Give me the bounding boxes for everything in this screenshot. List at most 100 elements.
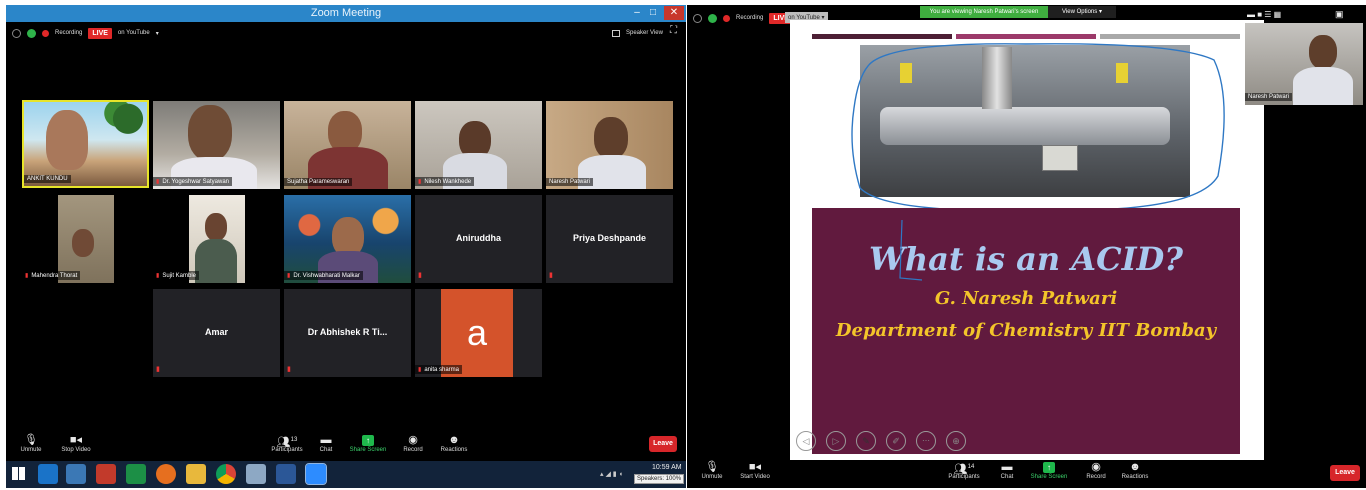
share-screen-button[interactable]: ↑ Share Screen <box>1027 460 1071 480</box>
share-screen-label: Share Screen <box>1030 474 1068 480</box>
avatar-tile-anita-sharma[interactable]: a ▮ anita sharma <box>415 289 542 377</box>
youtube-label[interactable]: on YouTube <box>118 30 150 36</box>
participant-name: Amar <box>204 327 228 337</box>
shield-icon[interactable] <box>708 13 717 23</box>
window-titlebar[interactable]: Zoom Meeting – □ ✕ <box>6 5 686 22</box>
participants-button[interactable]: 👥︎13 Participants <box>266 433 308 453</box>
fullscreen-icon[interactable]: ⛶ <box>670 25 677 36</box>
chrome-icon[interactable] <box>216 464 236 484</box>
windows-taskbar: ▴ ◢ ▮ ◖ 10:59 AM Speakers: 100% <box>6 461 686 488</box>
participant-name: ▮ anita sharma <box>415 365 462 374</box>
start-video-button[interactable]: ■◂ Start Video <box>735 460 775 480</box>
muted-mic-icon: ▮ <box>549 272 553 279</box>
record-button[interactable]: ◉ Record <box>398 433 428 453</box>
file-explorer-icon[interactable] <box>186 464 206 484</box>
recording-label: Recording <box>736 15 764 21</box>
start-video-label: Start Video <box>740 474 770 480</box>
maximize-icon[interactable]: □ <box>646 6 660 20</box>
reactions-button[interactable]: ☻ Reactions <box>1117 460 1153 480</box>
reactions-button[interactable]: ☻ Reactions <box>436 433 472 453</box>
share-screen-label: Share Screen <box>349 447 387 453</box>
name-tile-amar[interactable]: Amar ▮ <box>153 289 280 377</box>
video-tile-sujit-kamble[interactable]: ▮ Sujit Kamble <box>153 195 280 283</box>
next-slide-icon[interactable]: ▷ <box>826 431 846 451</box>
internet-explorer-icon[interactable] <box>38 464 58 484</box>
video-tile-naresh-patwari[interactable]: Naresh Patwari <box>546 101 673 189</box>
system-tray-icons[interactable]: ▴ ◢ ▮ ◖ <box>600 470 623 478</box>
more-options-icon[interactable]: ⋯ <box>916 431 936 451</box>
participant-name: ▮ Nilesh Wankhede <box>415 177 475 186</box>
camera-icon: ■◂ <box>69 434 83 446</box>
stop-video-button[interactable]: ■◂ Stop Video <box>56 433 96 453</box>
share-screen-button[interactable]: ↑ Share Screen <box>346 433 390 453</box>
close-icon[interactable]: ✕ <box>664 6 684 20</box>
slide-department: Department of Chemistry IIT Bombay <box>835 320 1217 341</box>
media-player-icon[interactable] <box>66 464 86 484</box>
word-icon[interactable] <box>276 464 296 484</box>
microphone-muted-icon: 🎙︎ <box>24 434 38 446</box>
speaker-view-button[interactable]: Speaker View <box>612 26 663 40</box>
app-icon-tools[interactable] <box>246 464 266 484</box>
leave-button[interactable]: Leave <box>1330 465 1360 481</box>
self-view-video[interactable]: Naresh Patwari <box>1245 23 1363 105</box>
speakers-tooltip: Speakers: 100% <box>634 474 685 484</box>
name-tile-aniruddha[interactable]: Aniruddha ▮ <box>415 195 542 283</box>
participants-button[interactable]: 👥︎14 Participants <box>943 460 985 480</box>
unmute-button[interactable]: 🎙︎ Unmute <box>697 460 727 480</box>
participant-shirt <box>195 239 237 283</box>
app-icon[interactable] <box>96 464 116 484</box>
name-tile-priya-deshpande[interactable]: Priya Deshpande ▮ <box>546 195 673 283</box>
view-options-button[interactable]: View Options ▾ <box>1048 6 1116 18</box>
video-layout-icons[interactable]: ▬ ■ ☰ ▦ <box>1247 10 1281 19</box>
participant-name: ▮ Dr. Yogeshwar Satyawan <box>153 177 233 186</box>
video-tile-vishwabharati-malkar[interactable]: ▮ Dr. Vishwabharati Malkar <box>284 195 411 283</box>
video-tile-nilesh-wankhede[interactable]: ▮ Nilesh Wankhede <box>415 101 542 189</box>
zoom-slide-icon[interactable]: ⊕ <box>946 431 966 451</box>
chat-label: Chat <box>1000 474 1014 480</box>
participant-name: Aniruddha <box>456 233 501 243</box>
info-icon[interactable] <box>693 13 702 23</box>
video-tile-mahendra-thorat[interactable]: ▮ Mahendra Thorat <box>22 195 149 283</box>
share-screen-icon: ↑ <box>346 433 390 447</box>
app-icon-green[interactable] <box>126 464 146 484</box>
self-view-name: Naresh Patwari <box>1245 93 1293 101</box>
gallery-toggle-icon[interactable]: ▣ <box>1335 9 1344 20</box>
name-tile-abhishek[interactable]: Dr Abhishek R Ti... ▮ <box>284 289 411 377</box>
chat-button[interactable]: ▬ Chat <box>993 460 1021 480</box>
microphone-muted-icon: 🎙︎ <box>705 461 719 473</box>
participant-name: ▮ Dr. Vishwabharati Malkar <box>284 271 363 280</box>
video-tile-yogeshwar-satyawan[interactable]: ▮ Dr. Yogeshwar Satyawan <box>153 101 280 189</box>
windows-start-icon[interactable] <box>12 467 25 480</box>
leave-button[interactable]: Leave <box>649 436 677 452</box>
firefox-icon[interactable] <box>156 464 176 484</box>
zoom-taskbar-icon[interactable] <box>305 463 327 485</box>
participant-name: ANKIT KUNDU <box>24 175 71 183</box>
share-screen-icon: ↑ <box>1027 460 1071 474</box>
stop-video-label: Stop Video <box>61 447 91 453</box>
view-options-label: View Options <box>1062 9 1098 15</box>
record-button[interactable]: ◉ Record <box>1081 460 1111 480</box>
participants-label: Participants <box>948 474 980 480</box>
pen-icon[interactable]: ✎ <box>856 431 876 451</box>
video-tile-ankit-kundu[interactable]: ANKIT KUNDU <box>22 100 149 188</box>
info-icon[interactable] <box>12 28 21 38</box>
title-panel: What is an ACID? G. Naresh Patwari Depar… <box>812 208 1240 454</box>
highlighter-icon[interactable]: ✐ <box>886 431 906 451</box>
record-icon: ◉ <box>1091 461 1101 473</box>
participant-name: Priya Deshpande <box>572 233 647 243</box>
clock[interactable]: 10:59 AM <box>652 464 682 471</box>
previous-slide-icon[interactable]: ◁ <box>796 431 816 451</box>
zoom-screen-share-window: Recording LIVE on YouTube ▾ You are view… <box>687 5 1366 488</box>
live-badge[interactable]: LIVE <box>88 27 112 39</box>
video-tile-sujatha-parameswaran[interactable]: Sujatha Parameswaran <box>284 101 411 189</box>
chevron-down-icon[interactable]: ▾ <box>156 30 159 37</box>
muted-mic-icon: ▮ <box>156 366 160 373</box>
unmute-button[interactable]: 🎙︎ Unmute <box>16 433 46 453</box>
chat-button[interactable]: ▬ Chat <box>312 433 340 453</box>
participant-face <box>205 213 227 241</box>
palm-tree-background <box>98 102 147 158</box>
minimize-icon[interactable]: – <box>630 6 644 20</box>
muted-mic-icon: ▮ <box>418 272 422 279</box>
shield-icon[interactable] <box>27 28 36 38</box>
record-label: Record <box>403 447 423 453</box>
